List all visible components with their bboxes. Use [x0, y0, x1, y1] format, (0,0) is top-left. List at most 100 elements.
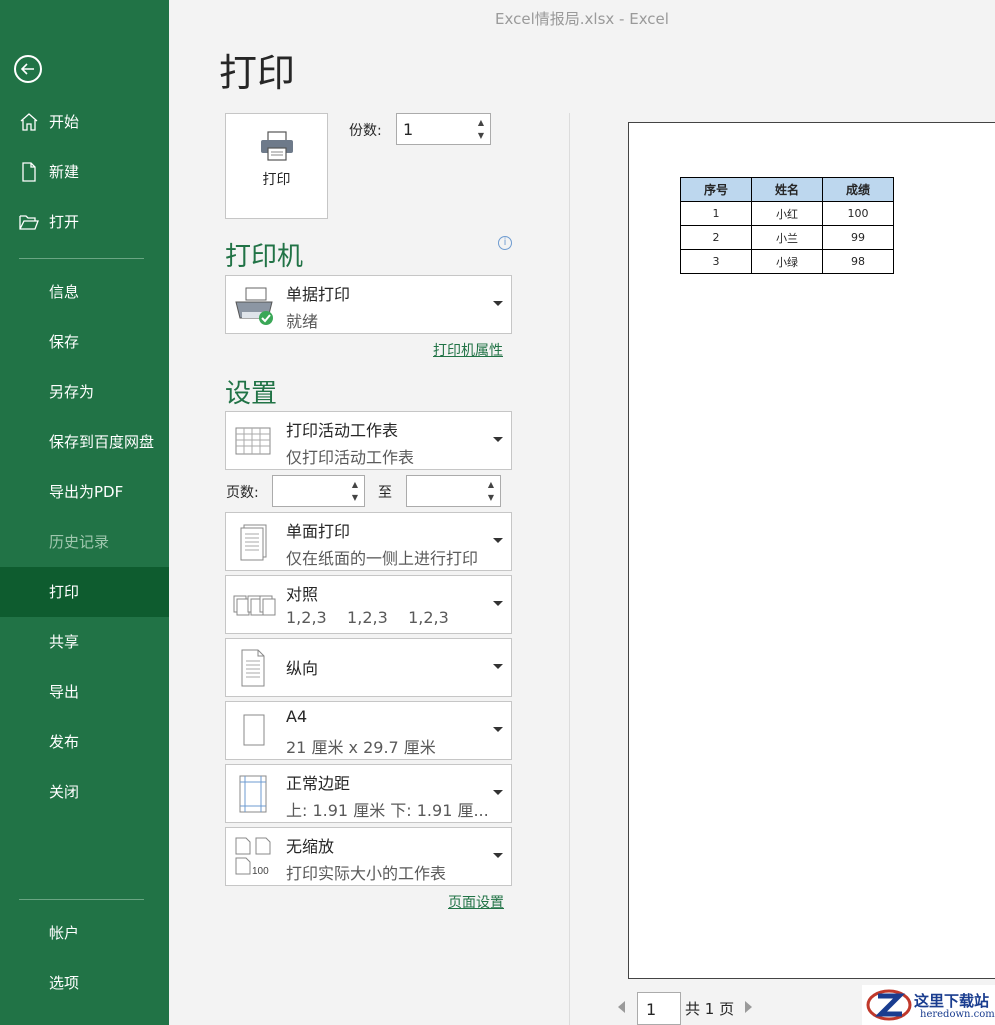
margins-dropdown[interactable]: 正常边距 上: 1.91 厘米 下: 1.91 厘... [225, 764, 512, 823]
nav-save[interactable]: 保存 [0, 317, 169, 367]
nav-share[interactable]: 共享 [0, 617, 169, 667]
nav-save-as-label: 另存为 [49, 383, 95, 401]
new-document-icon [22, 162, 36, 182]
nav-export-pdf[interactable]: 导出为PDF [0, 467, 169, 517]
nav-home-label: 开始 [49, 113, 80, 131]
printer-properties-link[interactable]: 打印机属性 [433, 340, 503, 360]
chevron-down-icon [493, 301, 503, 306]
nav-print[interactable]: 打印 [0, 567, 169, 617]
sides-dropdown[interactable]: 单面打印 仅在纸面的一侧上进行打印 [225, 512, 512, 571]
worksheet-grid-icon [235, 427, 271, 455]
nav-options[interactable]: 选项 [0, 958, 169, 1008]
collate-sub: 1,2,3 1,2,3 1,2,3 [286, 608, 449, 627]
scaling-dropdown[interactable]: 100 无缩放 打印实际大小的工作表 [225, 827, 512, 886]
nav-share-label: 共享 [49, 633, 80, 651]
info-icon[interactable]: i [498, 236, 512, 250]
chevron-down-icon [493, 853, 503, 858]
print-what-sub: 仅打印活动工作表 [286, 448, 415, 467]
backstage-sidebar: 开始 新建 打开 信息 保存 另存为 保存到百度网盘 导出为PDF 历史记录 打… [0, 0, 169, 1025]
one-sided-page-icon [240, 524, 267, 561]
nav-publish[interactable]: 发布 [0, 717, 169, 767]
table-cell: 2 [680, 225, 752, 250]
watermark-line1: 这里下载站 [914, 992, 990, 1010]
printer-heading: 打印机 [225, 242, 304, 272]
scaling-sub: 打印实际大小的工作表 [286, 864, 447, 883]
site-watermark: 这里下载站 heredown.com [862, 985, 995, 1025]
nav-close[interactable]: 关闭 [0, 767, 169, 817]
copies-stepper[interactable]: 1 ▲ ▼ [396, 113, 491, 145]
paper-size-sub: 21 厘米 x 29.7 厘米 [286, 738, 436, 757]
spin-down-icon[interactable]: ▼ [476, 131, 486, 141]
table-row: 3 小绿 98 [680, 249, 894, 274]
printer-ready-icon [235, 287, 273, 325]
spin-up-icon[interactable]: ▲ [476, 118, 486, 128]
collated-pages-icon [233, 595, 276, 616]
nav-history: 历史记录 [0, 517, 169, 567]
page-total: 共 1 页 [685, 1000, 735, 1018]
print-preview-page: 序号 姓名 成绩 1 小红 100 2 小兰 99 3 小绿 98 [628, 122, 995, 979]
nav-save-as[interactable]: 另存为 [0, 367, 169, 417]
table-cell: 小红 [751, 201, 823, 226]
folder-open-icon [19, 215, 39, 230]
no-scaling-icon: 100 [235, 837, 271, 877]
table-cell: 98 [822, 249, 894, 274]
page-title: 打印 [219, 51, 296, 95]
orientation-main: 纵向 [286, 659, 319, 678]
print-what-dropdown[interactable]: 打印活动工作表 仅打印活动工作表 [225, 411, 512, 470]
printer-dropdown[interactable]: 单据打印 就绪 [225, 275, 512, 334]
nav-options-label: 选项 [49, 974, 80, 992]
table-header-row: 序号 姓名 成绩 [680, 177, 894, 202]
sides-main: 单面打印 [286, 522, 351, 541]
next-page-icon[interactable] [745, 1001, 752, 1013]
print-button[interactable]: 打印 [225, 113, 328, 219]
portrait-page-icon [241, 649, 265, 687]
table-header: 姓名 [751, 177, 823, 202]
heredown-logo-icon [866, 989, 912, 1021]
margins-sub: 上: 1.91 厘米 下: 1.91 厘... [286, 801, 489, 820]
nav-print-label: 打印 [49, 583, 80, 601]
nav-new[interactable]: 新建 [0, 147, 169, 197]
home-icon [20, 113, 38, 131]
back-arrow-icon[interactable] [14, 55, 42, 83]
nav-save-to-baidu[interactable]: 保存到百度网盘 [0, 417, 169, 467]
spin-down-icon[interactable]: ▼ [350, 493, 360, 503]
orientation-dropdown[interactable]: 纵向 [225, 638, 512, 697]
nav-open[interactable]: 打开 [0, 197, 169, 247]
spin-up-icon[interactable]: ▲ [486, 480, 496, 490]
print-what-main: 打印活动工作表 [286, 421, 399, 440]
paper-size-main: A4 [286, 707, 308, 726]
preview-table: 序号 姓名 成绩 1 小红 100 2 小兰 99 3 小绿 98 [680, 177, 894, 274]
printer-icon [261, 131, 293, 161]
spin-down-icon[interactable]: ▼ [486, 493, 496, 503]
table-header: 成绩 [822, 177, 894, 202]
page-setup-link[interactable]: 页面设置 [448, 892, 504, 912]
nav-account[interactable]: 帐户 [0, 908, 169, 958]
table-cell: 3 [680, 249, 752, 274]
nav-home[interactable]: 开始 [0, 97, 169, 147]
nav-publish-label: 发布 [49, 733, 80, 751]
previous-page-icon[interactable] [618, 1001, 625, 1013]
collate-dropdown[interactable]: 对照 1,2,3 1,2,3 1,2,3 [225, 575, 512, 634]
print-button-label: 打印 [262, 172, 291, 188]
copies-value: 1 [403, 120, 414, 139]
chevron-down-icon [493, 538, 503, 543]
nav-save-label: 保存 [49, 333, 80, 351]
sidebar-separator [19, 899, 144, 900]
paper-size-icon [243, 714, 265, 746]
nav-export[interactable]: 导出 [0, 667, 169, 717]
nav-new-label: 新建 [49, 163, 80, 181]
pages-from-stepper[interactable]: ▲ ▼ [272, 475, 365, 507]
nav-info-label: 信息 [49, 283, 80, 301]
window-title: Excel情报局.xlsx - Excel [495, 10, 669, 28]
page-number-input[interactable]: 1 [637, 992, 681, 1025]
spin-up-icon[interactable]: ▲ [350, 480, 360, 490]
nav-account-label: 帐户 [49, 924, 80, 942]
margins-icon [239, 775, 267, 813]
pages-label: 页数: [226, 485, 259, 501]
nav-info[interactable]: 信息 [0, 267, 169, 317]
paper-size-dropdown[interactable]: A4 21 厘米 x 29.7 厘米 [225, 701, 512, 760]
printer-status: 就绪 [286, 312, 319, 331]
copies-label: 份数: [349, 123, 382, 139]
table-cell: 小兰 [751, 225, 823, 250]
pages-to-stepper[interactable]: ▲ ▼ [406, 475, 501, 507]
